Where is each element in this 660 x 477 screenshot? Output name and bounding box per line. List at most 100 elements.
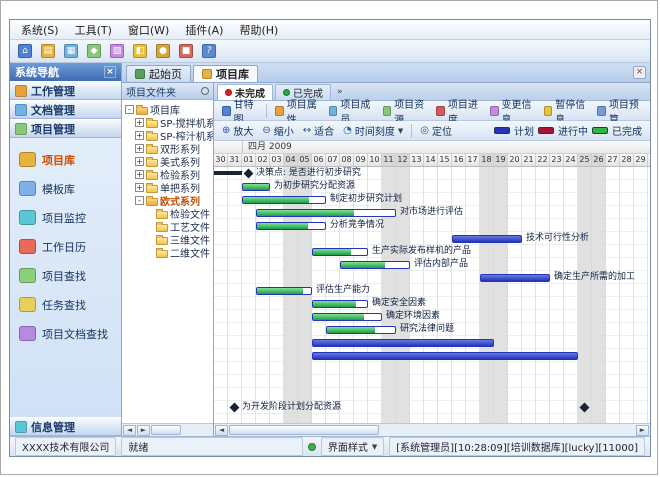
- menu-help[interactable]: 帮助(H): [232, 20, 285, 40]
- sidebar-group-document[interactable]: 文档管理: [10, 100, 121, 119]
- menu-system[interactable]: 系统(S): [14, 20, 66, 40]
- task-bar[interactable]: [480, 274, 550, 282]
- sidebar-item-label: 任务查找: [42, 297, 86, 313]
- expand-box-icon[interactable]: +: [135, 144, 144, 153]
- scroll-right-icon[interactable]: ►: [636, 425, 649, 436]
- task-bar[interactable]: [452, 235, 522, 243]
- sidebar-title: 系统导航: [15, 64, 59, 80]
- expand-box-icon[interactable]: +: [135, 170, 144, 179]
- scroll-left-icon[interactable]: ◄: [123, 425, 136, 436]
- task-bar[interactable]: [340, 261, 410, 269]
- sidebar-group-project[interactable]: 项目管理: [10, 119, 121, 138]
- workspace-tab-2[interactable]: 项目库: [193, 65, 258, 82]
- help-button[interactable]: ?: [199, 42, 219, 61]
- sidebar-group-work[interactable]: 工作管理: [10, 81, 121, 100]
- day-cell: 29: [634, 154, 648, 166]
- menu-tools[interactable]: 工具(T): [68, 20, 119, 40]
- pin-icon[interactable]: [201, 87, 209, 95]
- day-cell: 17: [466, 154, 480, 166]
- weekend-stripe: [480, 167, 494, 423]
- weekend-stripe: [298, 167, 312, 423]
- sidebar-item-2[interactable]: 模板库: [10, 175, 121, 202]
- day-cell: 11: [382, 154, 396, 166]
- expand-box-icon[interactable]: +: [135, 131, 144, 140]
- locate-icon: ◎: [420, 126, 429, 136]
- workspace-tab-1[interactable]: 起始页: [126, 65, 191, 82]
- task-bar[interactable]: [242, 183, 270, 191]
- scroll-right-icon[interactable]: ►: [137, 425, 150, 436]
- sidebar-item-3[interactable]: 项目监控: [10, 204, 121, 231]
- plugin-icon: ◆: [87, 44, 101, 58]
- timeline-day-row: 3031010203040506070809101112131415161718…: [214, 154, 650, 167]
- gantt-control-zoom-in[interactable]: ⊕放大: [218, 121, 257, 140]
- status-message: 就绪: [121, 437, 302, 456]
- expand-box-icon[interactable]: -: [125, 105, 134, 114]
- tree-node[interactable]: 二维文件: [123, 246, 212, 259]
- scroll-left-icon[interactable]: ◄: [215, 425, 228, 436]
- menu-window[interactable]: 窗口(W): [121, 20, 176, 40]
- gantt-chart[interactable]: 决策点: 是否进行初步研究为初步研究分配资源制定初步研究计划对市场进行评估分析竞…: [214, 167, 650, 423]
- sidebar-close-icon[interactable]: ×: [104, 66, 116, 78]
- sidebar-item-7[interactable]: 项目文档查找: [10, 320, 121, 347]
- scroll-thumb[interactable]: [229, 425, 379, 435]
- sidebar-item-4[interactable]: 工作日历: [10, 233, 121, 260]
- task-label: 确定安全因素: [372, 297, 426, 310]
- sidebar-project-items: 项目库模板库项目监控工作日历项目查找任务查找项目文档查找: [10, 138, 121, 417]
- gantt-hscrollbar[interactable]: ◄ ►: [214, 423, 650, 436]
- day-cell: 08: [340, 154, 354, 166]
- home-button[interactable]: ⌂: [15, 42, 35, 61]
- key-button[interactable]: ●: [153, 42, 173, 61]
- task-bar[interactable]: [312, 313, 382, 321]
- sidebar-group-info[interactable]: 信息管理: [10, 417, 121, 436]
- task-progress: [313, 301, 356, 307]
- exit-button[interactable]: ■: [176, 42, 196, 61]
- expand-box-icon[interactable]: -: [135, 196, 144, 205]
- tree-panel-header: 项目文件夹: [122, 83, 213, 100]
- day-cell: 27: [606, 154, 620, 166]
- day-cell: 12: [396, 154, 410, 166]
- task-bar[interactable]: [256, 222, 326, 230]
- sidebar-item-1[interactable]: 项目库: [10, 146, 121, 173]
- gantt-control-locate[interactable]: ◎定位: [416, 121, 456, 140]
- sidebar-item-5[interactable]: 项目查找: [10, 262, 121, 289]
- new-button[interactable]: ▤: [38, 42, 58, 61]
- expand-box-icon[interactable]: +: [135, 183, 144, 192]
- task-bar[interactable]: [242, 196, 326, 204]
- ui-style-selector[interactable]: 界面样式 ▼: [321, 437, 384, 456]
- folder-icon: [146, 185, 158, 193]
- task-bar[interactable]: [312, 248, 368, 256]
- gantt-control-zoom-out[interactable]: ⊖缩小: [258, 121, 297, 140]
- expand-box-icon[interactable]: +: [135, 157, 144, 166]
- tree-hscrollbar[interactable]: ◄ ►: [122, 423, 213, 436]
- task-bar[interactable]: [256, 209, 396, 217]
- task-bar[interactable]: [312, 339, 494, 347]
- style-button[interactable]: ▧: [107, 42, 127, 61]
- sidebar-item-label: 项目库: [42, 152, 75, 168]
- lock-button[interactable]: ◧: [130, 42, 150, 61]
- day-cell: 14: [424, 154, 438, 166]
- weekend-stripe: [592, 167, 606, 423]
- gantt-control-fit[interactable]: ↔适合: [299, 121, 338, 140]
- session-info: [系统管理员][10:28:09][培训数据库][lucky][11000]: [389, 437, 645, 456]
- scroll-thumb[interactable]: [151, 425, 181, 435]
- folder-icon: [146, 172, 158, 180]
- task-bar[interactable]: [256, 287, 312, 295]
- task-bar[interactable]: [312, 300, 368, 308]
- task-bar[interactable]: [326, 326, 396, 334]
- gantt-toolbar-icon: [597, 106, 606, 116]
- menu-plugins[interactable]: 插件(A): [178, 20, 230, 40]
- gantt-control-timescale[interactable]: ◔时间刻度▼: [339, 121, 407, 140]
- day-cell: 22: [536, 154, 550, 166]
- gantt-controls: ⊕放大⊖缩小↔适合◔时间刻度▼◎定位计划进行中已完成: [214, 121, 650, 141]
- control-label: 时间刻度: [355, 123, 395, 138]
- window-button[interactable]: ▦: [61, 42, 81, 61]
- plugin-button[interactable]: ◆: [84, 42, 104, 61]
- screenshot-frame: 系统(S)工具(T)窗口(W)插件(A)帮助(H) ⌂▤▦ ◆ ▧◧●■? 系统导航…: [0, 0, 658, 475]
- close-icon[interactable]: ×: [633, 66, 646, 79]
- sidebar-item-6[interactable]: 任务查找: [10, 291, 121, 318]
- day-cell: 07: [326, 154, 340, 166]
- day-cell: 06: [312, 154, 326, 166]
- day-cell: 10: [368, 154, 382, 166]
- task-bar[interactable]: [312, 352, 578, 360]
- expand-box-icon[interactable]: +: [135, 118, 144, 127]
